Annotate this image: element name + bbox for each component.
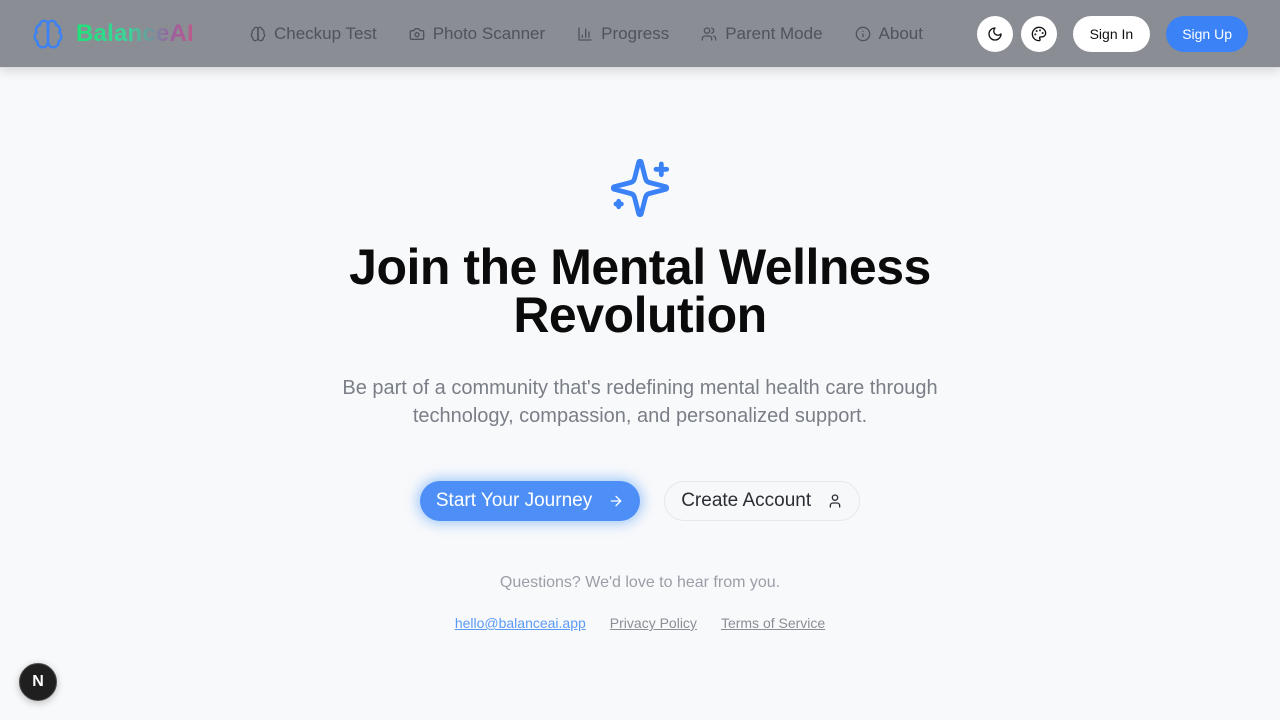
hero-subtitle: Be part of a community that's redefining… [342,377,938,427]
nav-label: Progress [601,24,670,43]
nav-parent-mode[interactable]: Parent Mode [701,24,823,44]
moon-icon [987,26,1003,42]
bar-chart-icon [577,26,593,42]
hero-title-line2: Revolution [513,287,767,343]
theme-toggle-button[interactable] [976,16,1013,52]
nav-label: Photo Scanner [432,24,546,43]
users-icon [701,26,717,42]
create-account-button[interactable]: Create Account [664,481,861,521]
main-nav: Checkup Test Photo Scanner Progress Pare… [250,22,955,46]
privacy-policy-link[interactable]: Privacy Policy [610,615,697,631]
nav-label: Checkup Test [274,24,377,43]
terms-of-service-link[interactable]: Terms of Service [721,615,825,631]
brain-icon [250,26,266,42]
nav-label: About [878,24,923,43]
nav-about[interactable]: About [855,24,923,44]
cta-row: Start Your Journey Create Account [0,481,1280,521]
email-link[interactable]: hello@balanceai.app [455,615,586,631]
nav-actions: Sign In Sign Up [969,16,1248,52]
brand-logo[interactable]: BalanceAI [32,17,194,51]
nav-photo-scanner[interactable]: Photo Scanner [409,24,545,44]
camera-icon [409,26,425,42]
dev-tools-badge[interactable]: N [19,663,57,701]
nav-progress[interactable]: Progress [577,24,669,44]
arrow-right-icon [608,493,624,509]
palette-button[interactable] [1020,16,1057,52]
info-icon [855,26,871,42]
sparkles-icon [608,156,672,220]
footer-links: hello@balanceai.app Privacy Policy Terms… [0,613,1280,633]
sign-up-button[interactable]: Sign Up [1166,16,1248,52]
user-icon [827,493,843,509]
brain-icon [32,18,64,50]
nav-checkup-test[interactable]: Checkup Test [250,24,377,44]
create-account-label: Create Account [681,490,812,511]
nav-label: Parent Mode [725,24,823,43]
start-journey-label: Start Your Journey [435,490,593,511]
top-navbar: BalanceAI Checkup Test Photo Scanner Pro… [0,0,1280,68]
hero-title: Join the Mental Wellness Revolution [240,242,1040,340]
brand-name: BalanceAI [76,20,194,47]
sign-in-button[interactable]: Sign In [1072,16,1151,52]
start-journey-button[interactable]: Start Your Journey [419,481,641,521]
palette-icon [1031,26,1047,42]
contact-prompt: Questions? We'd love to hear from you. [499,574,781,591]
